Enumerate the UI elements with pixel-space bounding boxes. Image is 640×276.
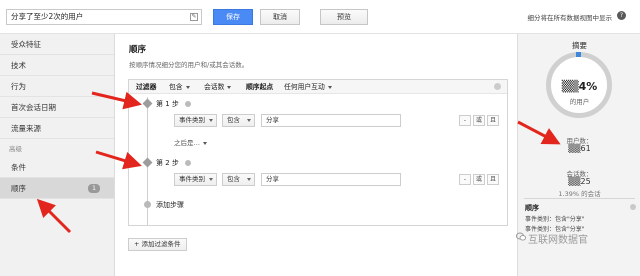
- sidebar-item-demographics[interactable]: 受众特征: [0, 34, 114, 55]
- step-2-dimension-select[interactable]: 事件类别: [174, 173, 217, 186]
- step-1-remove-button[interactable]: -: [459, 115, 471, 126]
- sidebar-item-traffic-sources[interactable]: 流量来源: [0, 118, 114, 139]
- sequence-count-badge: 1: [88, 184, 100, 193]
- sidebar-item-conditions[interactable]: 条件: [0, 157, 114, 178]
- preview-button[interactable]: 预览: [320, 9, 368, 25]
- step-2-remove-button[interactable]: -: [459, 174, 471, 185]
- filter-header: 过滤器 包含 会话数 顺序起点 任何用户互动: [129, 80, 507, 94]
- users-percentage-label: 的用户: [569, 98, 590, 106]
- users-count-value: ▒▒61: [568, 144, 591, 153]
- step-2-operator-select[interactable]: 包含: [222, 173, 255, 186]
- then-followed-by-dropdown[interactable]: 之后是…: [174, 137, 207, 147]
- include-dropdown[interactable]: 包含: [169, 80, 190, 94]
- step-2-help-icon[interactable]: [185, 160, 191, 166]
- step-1-value-input[interactable]: 分享: [261, 114, 401, 127]
- chevron-down-icon: [203, 141, 207, 145]
- segment-name-text: 分享了至少2次的用户: [11, 12, 84, 21]
- step-1-operator-value: 包含: [227, 116, 240, 124]
- step-1-and-button[interactable]: 且: [487, 115, 499, 126]
- sidebar-item-technology[interactable]: 技术: [0, 55, 114, 76]
- sequence-editor: 顺序 按顺序情况细分您的用户和/或其会话数。 过滤器 包含 会话数 顺序起点 任…: [116, 34, 516, 276]
- sidebar-item-label: 行为: [11, 82, 26, 91]
- add-filter-condition-button[interactable]: + 添加过滤条件: [128, 238, 187, 251]
- sidebar-section-advanced: 高级: [9, 145, 22, 153]
- users-percentage: ▒▒4%: [561, 80, 598, 93]
- then-label: 之后是…: [174, 139, 200, 147]
- step-1-dimension-value: 事件类别: [179, 116, 205, 124]
- save-button[interactable]: 保存: [213, 9, 253, 25]
- summary-title: 摘要: [572, 41, 587, 50]
- edit-icon[interactable]: ✎: [190, 13, 198, 21]
- sequence-filter-box: 过滤器 包含 会话数 顺序起点 任何用户互动 第 1 步 事件类别 包含 分享 …: [128, 79, 508, 226]
- watermark-text: 互联网数据官: [528, 235, 588, 246]
- chevron-down-icon: [247, 178, 251, 181]
- segment-visibility-note: 细分将在所有数据视图中显示: [527, 14, 613, 22]
- sessions-dropdown[interactable]: 会话数: [204, 80, 232, 94]
- sidebar-item-behavior[interactable]: 行为: [0, 76, 114, 97]
- sidebar-item-label: 受众特征: [11, 40, 41, 49]
- summary-sequence-title: 顺序: [525, 204, 539, 212]
- step-1-help-icon[interactable]: [185, 101, 191, 107]
- chevron-down-icon: [227, 85, 232, 89]
- step-2-value-input[interactable]: 分享: [261, 173, 401, 186]
- sidebar-item-label: 顺序: [11, 184, 26, 193]
- sidebar-item-sequences[interactable]: 顺序 1: [0, 178, 114, 199]
- step-1-marker-icon: [142, 98, 153, 109]
- segment-sidebar: 受众特征 技术 行为 首次会话日期 流量来源 高级 条件 顺序 1: [0, 34, 115, 276]
- add-step-icon[interactable]: [144, 201, 151, 208]
- ring-progress-marker: [576, 52, 581, 57]
- wechat-logo-icon: [516, 232, 526, 241]
- scroll-handle-icon[interactable]: [630, 204, 636, 210]
- step-1-operator-select[interactable]: 包含: [222, 114, 255, 127]
- chevron-down-icon: [209, 119, 213, 122]
- help-icon[interactable]: ?: [617, 11, 626, 20]
- chevron-down-icon: [247, 119, 251, 122]
- chevron-down-icon: [185, 85, 190, 89]
- sequence-start-value: 任何用户互动: [284, 83, 325, 91]
- step-2-operator-value: 包含: [227, 175, 240, 183]
- add-step-link[interactable]: 添加步骤: [156, 200, 184, 210]
- page-title: 顺序: [129, 45, 147, 55]
- step-1-label: 第 1 步: [156, 100, 179, 108]
- summary-condition-line: 事件类别：包含"分享": [525, 216, 585, 223]
- step-2-or-button[interactable]: 或: [473, 174, 485, 185]
- top-toolbar: 分享了至少2次的用户 ✎ 保存 取消 预览 细分将在所有数据视图中显示 ?: [0, 0, 640, 34]
- summary-divider: [524, 198, 635, 199]
- sessions-percentage: 1.39% 的会话: [558, 190, 601, 198]
- sidebar-item-label: 首次会话日期: [11, 103, 56, 112]
- sidebar-item-label: 流量来源: [11, 124, 41, 133]
- step-2-and-button[interactable]: 且: [487, 174, 499, 185]
- step-2-dimension-value: 事件类别: [179, 175, 205, 183]
- chevron-down-icon: [209, 178, 213, 181]
- step-2-label: 第 2 步: [156, 159, 179, 167]
- cancel-button[interactable]: 取消: [260, 9, 300, 25]
- segment-name-input[interactable]: 分享了至少2次的用户 ✎: [6, 9, 202, 25]
- filter-label: 过滤器: [136, 83, 157, 91]
- step-1-or-button[interactable]: 或: [473, 115, 485, 126]
- sidebar-item-first-session-date[interactable]: 首次会话日期: [0, 97, 114, 118]
- page-description: 按顺序情况细分您的用户和/或其会话数。: [129, 61, 249, 69]
- step-1-dimension-select[interactable]: 事件类别: [174, 114, 217, 127]
- remove-filter-icon[interactable]: [494, 83, 501, 90]
- sidebar-item-label: 条件: [11, 163, 26, 172]
- include-dropdown-label: 包含: [169, 83, 183, 91]
- sequence-start-dropdown[interactable]: 任何用户互动: [284, 80, 332, 94]
- sequence-start-label: 顺序起点: [246, 83, 274, 91]
- chevron-down-icon: [327, 85, 332, 89]
- sessions-count-value: ▒▒25: [568, 177, 591, 186]
- sidebar-item-label: 技术: [11, 61, 26, 70]
- sessions-dropdown-label: 会话数: [204, 83, 225, 91]
- step-2-marker-icon: [142, 157, 153, 168]
